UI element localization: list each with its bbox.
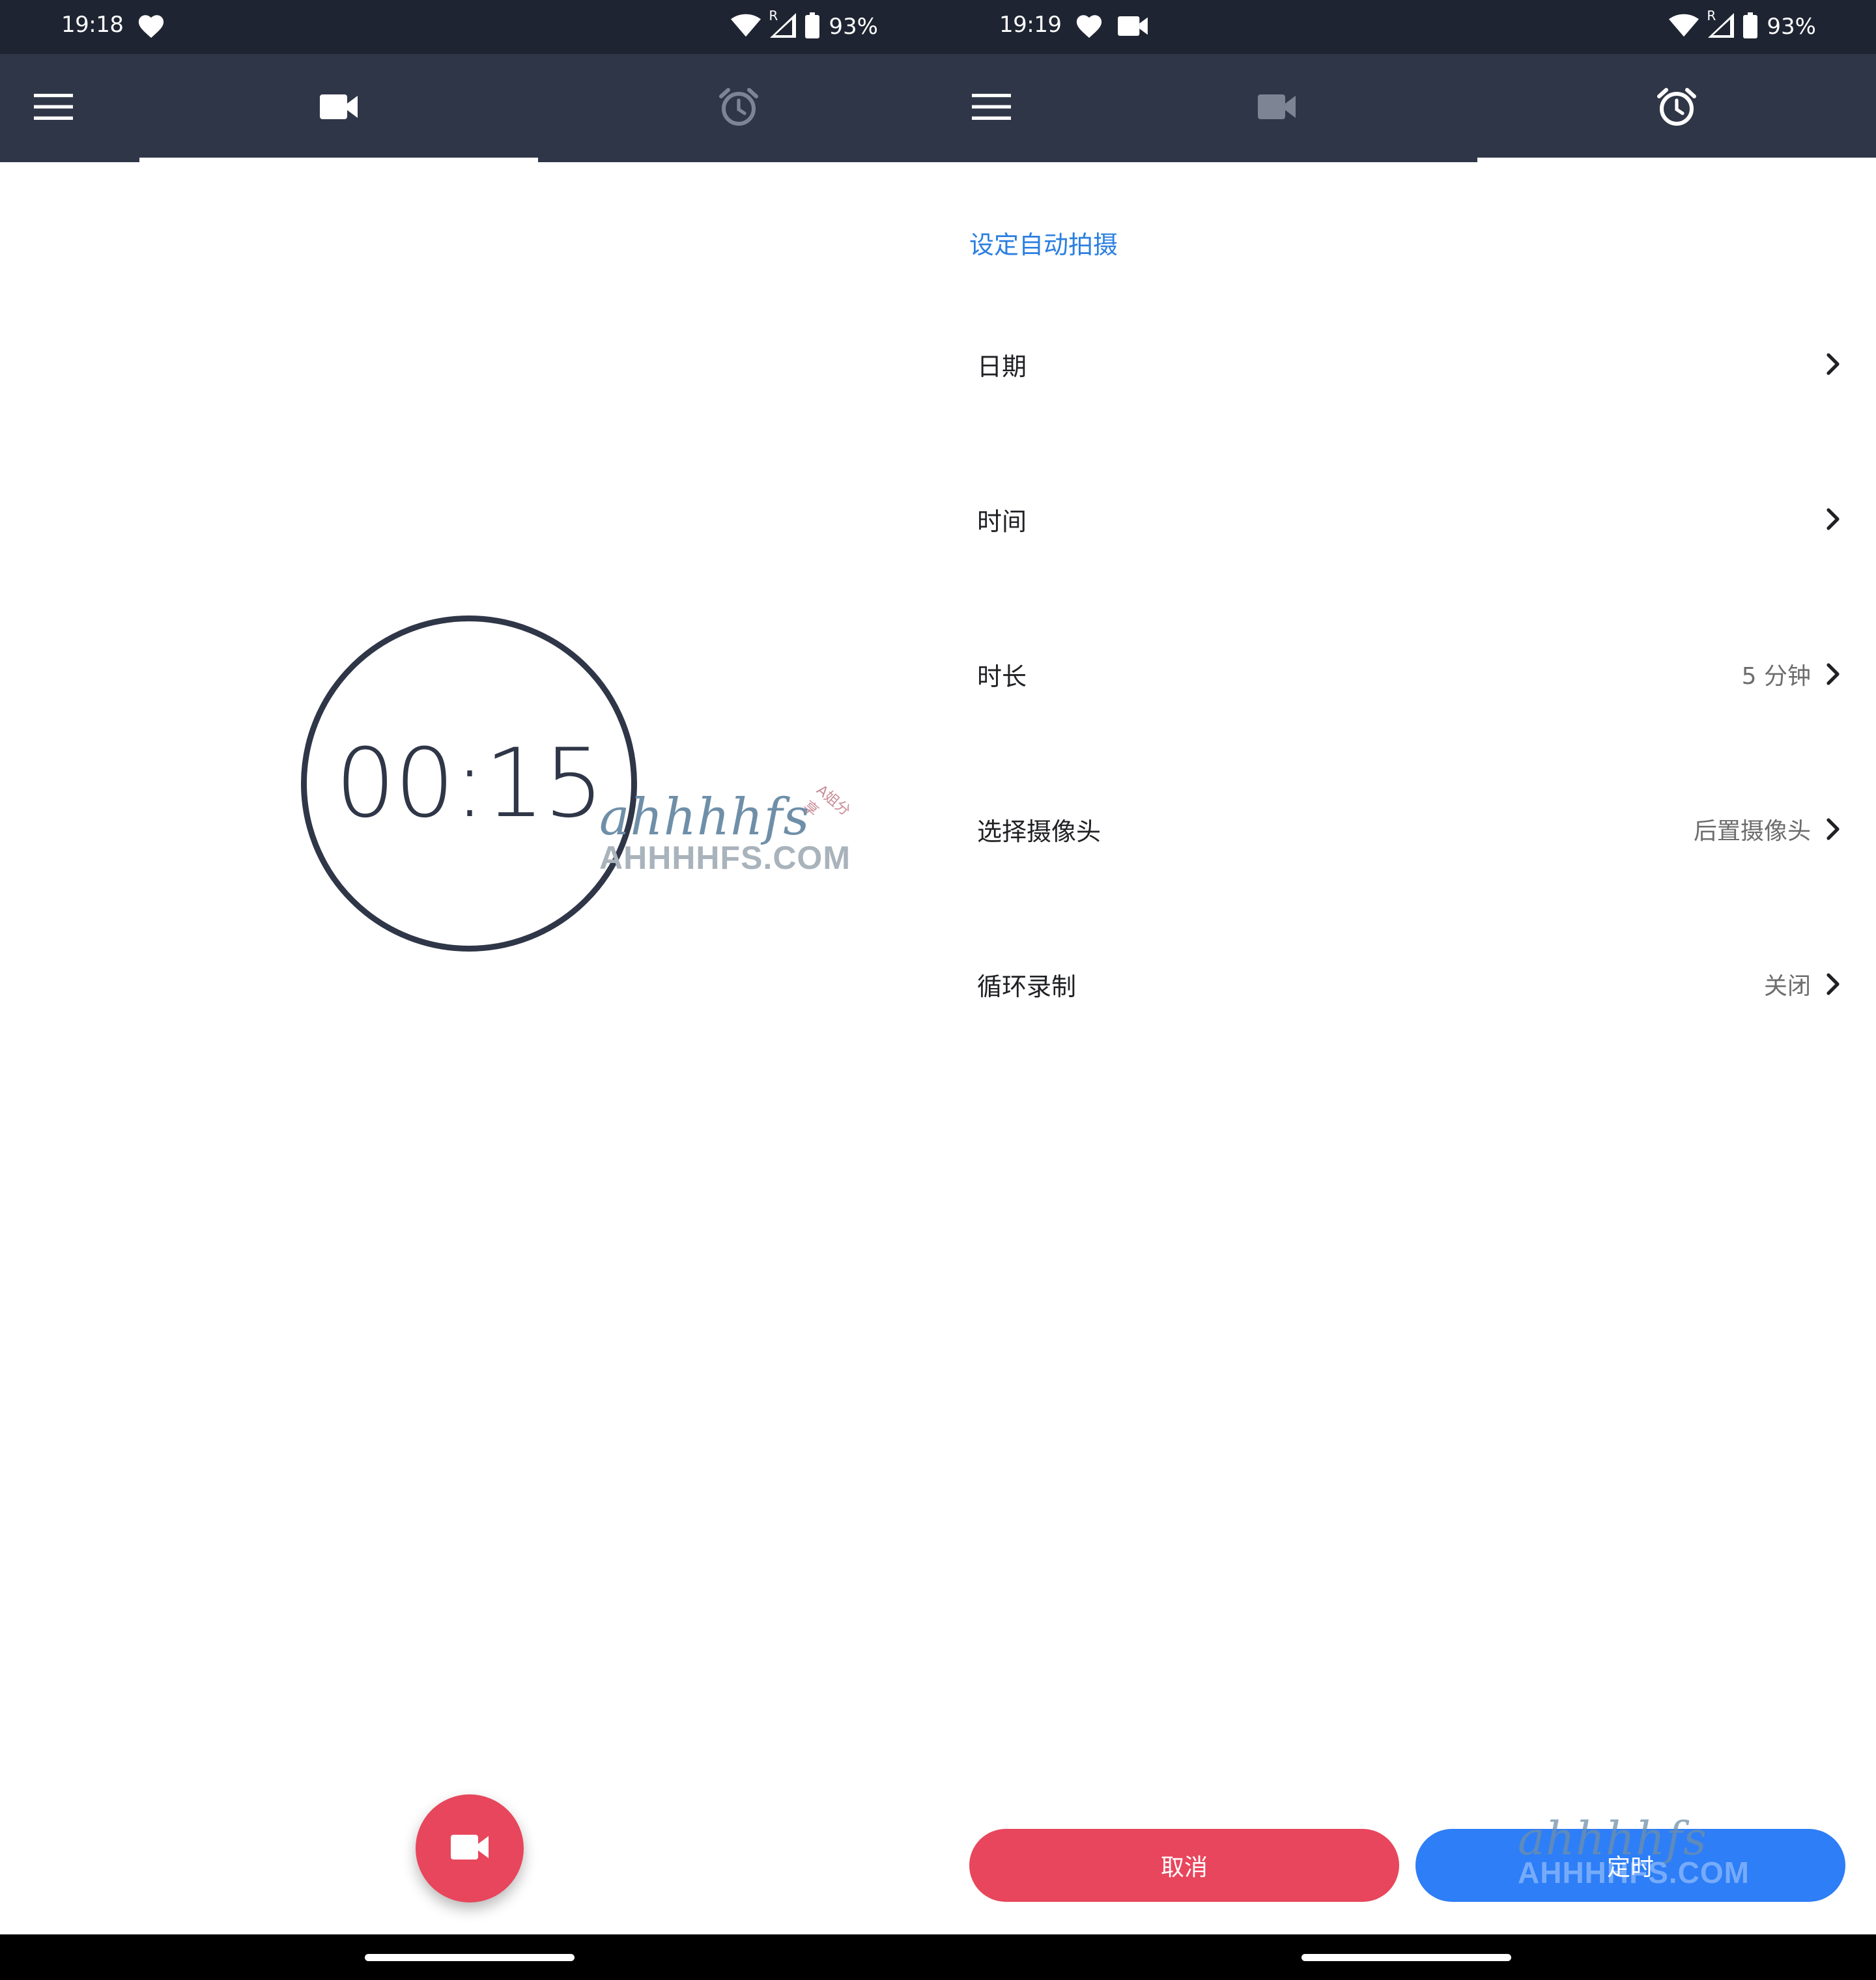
- setting-row-camera[interactable]: 选择摄像头 后置摄像头: [938, 752, 1876, 907]
- setting-row-time[interactable]: 时间: [938, 442, 1876, 597]
- battery-percent: 93%: [1767, 14, 1816, 40]
- app-bar: [0, 54, 938, 162]
- app-bar: [938, 54, 1876, 162]
- status-time: 19:19: [999, 12, 1062, 38]
- video-camera-icon: [1258, 94, 1296, 122]
- heart-icon: [137, 13, 165, 42]
- watermark-site-text: AHHHHFS.COM: [599, 840, 851, 876]
- status-bar: 19:18 R 93%: [0, 0, 938, 54]
- section-header: 设定自动拍摄: [969, 231, 1118, 259]
- schedule-button-label: 定时: [1606, 1854, 1654, 1881]
- video-camera-icon: [1118, 16, 1148, 38]
- status-system-icons: R 93%: [731, 8, 878, 43]
- setting-row-loop-recording[interactable]: 循环录制 关闭: [938, 907, 1876, 1062]
- setting-label: 日期: [977, 352, 1027, 381]
- tab-record[interactable]: [139, 54, 538, 162]
- schedule-screen: 19:19 R 93% 设定自动拍摄 日期 时间 时长 5 分钟 选择摄像头 后…: [938, 0, 1876, 1980]
- chevron-right-icon: [1821, 969, 1845, 1000]
- menu-button[interactable]: [20, 83, 87, 133]
- tab-record[interactable]: [1077, 54, 1476, 162]
- schedule-button[interactable]: 定时: [1415, 1829, 1845, 1902]
- roaming-label: R: [769, 8, 778, 23]
- gesture-handle[interactable]: [1301, 1954, 1511, 1961]
- setting-label: 时间: [977, 507, 1027, 536]
- record-button[interactable]: [416, 1794, 524, 1902]
- menu-button[interactable]: [958, 83, 1025, 133]
- alarm-clock-icon: [1656, 86, 1698, 130]
- watermark-tag: A姐分享: [799, 782, 853, 820]
- chevron-right-icon: [1821, 503, 1845, 535]
- roaming-label: R: [1707, 8, 1716, 23]
- system-nav-bar: [938, 1934, 1876, 1980]
- setting-value: 后置摄像头: [1693, 818, 1811, 845]
- system-nav-bar: [0, 1934, 938, 1980]
- cancel-button[interactable]: 取消: [969, 1829, 1399, 1902]
- alarm-clock-icon: [718, 86, 760, 130]
- setting-row-duration[interactable]: 时长 5 分钟: [938, 597, 1876, 752]
- watermark: ahhhhfs A姐分享 AHHHHFS.COM: [599, 782, 853, 877]
- status-notification-icons: [137, 13, 165, 42]
- hamburger-menu-icon: [972, 94, 1011, 122]
- recording-timer-ring: 00:15: [301, 615, 637, 952]
- setting-row-date[interactable]: 日期: [938, 287, 1876, 442]
- status-notification-icons: [1075, 13, 1148, 42]
- gesture-handle[interactable]: [365, 1954, 575, 1961]
- tab-selected-indicator: [1477, 158, 1876, 162]
- signal-icon: R: [769, 8, 797, 40]
- setting-value: 5 分钟: [1741, 663, 1811, 690]
- chevron-right-icon: [1821, 813, 1845, 845]
- tab-schedule[interactable]: [1477, 54, 1876, 162]
- setting-label: 循环录制: [977, 972, 1077, 1001]
- battery-percent: 93%: [829, 14, 878, 40]
- hamburger-menu-icon: [34, 94, 73, 122]
- status-system-icons: R 93%: [1669, 8, 1816, 43]
- status-time: 19:18: [61, 12, 124, 38]
- wifi-icon: [1669, 14, 1699, 40]
- battery-icon: [805, 12, 820, 41]
- elapsed-time: 00:15: [335, 728, 604, 839]
- setting-label: 选择摄像头: [977, 817, 1101, 846]
- video-camera-icon: [320, 94, 358, 122]
- setting-label: 时长: [977, 662, 1027, 691]
- setting-value: 关闭: [1763, 973, 1811, 1000]
- tab-schedule[interactable]: [539, 54, 938, 162]
- status-bar: 19:19 R 93%: [938, 0, 1876, 54]
- chevron-right-icon: [1821, 348, 1845, 380]
- recorder-screen: 19:18 R 93% 00:15 ahhhhfs A姐分享 AHHHHFS.C…: [0, 0, 938, 1980]
- battery-icon: [1743, 12, 1758, 41]
- wifi-icon: [731, 14, 761, 40]
- video-camera-icon: [451, 1835, 489, 1862]
- heart-icon: [1075, 13, 1103, 42]
- tab-selected-indicator: [139, 158, 538, 162]
- signal-icon: R: [1707, 8, 1735, 40]
- chevron-right-icon: [1821, 658, 1845, 690]
